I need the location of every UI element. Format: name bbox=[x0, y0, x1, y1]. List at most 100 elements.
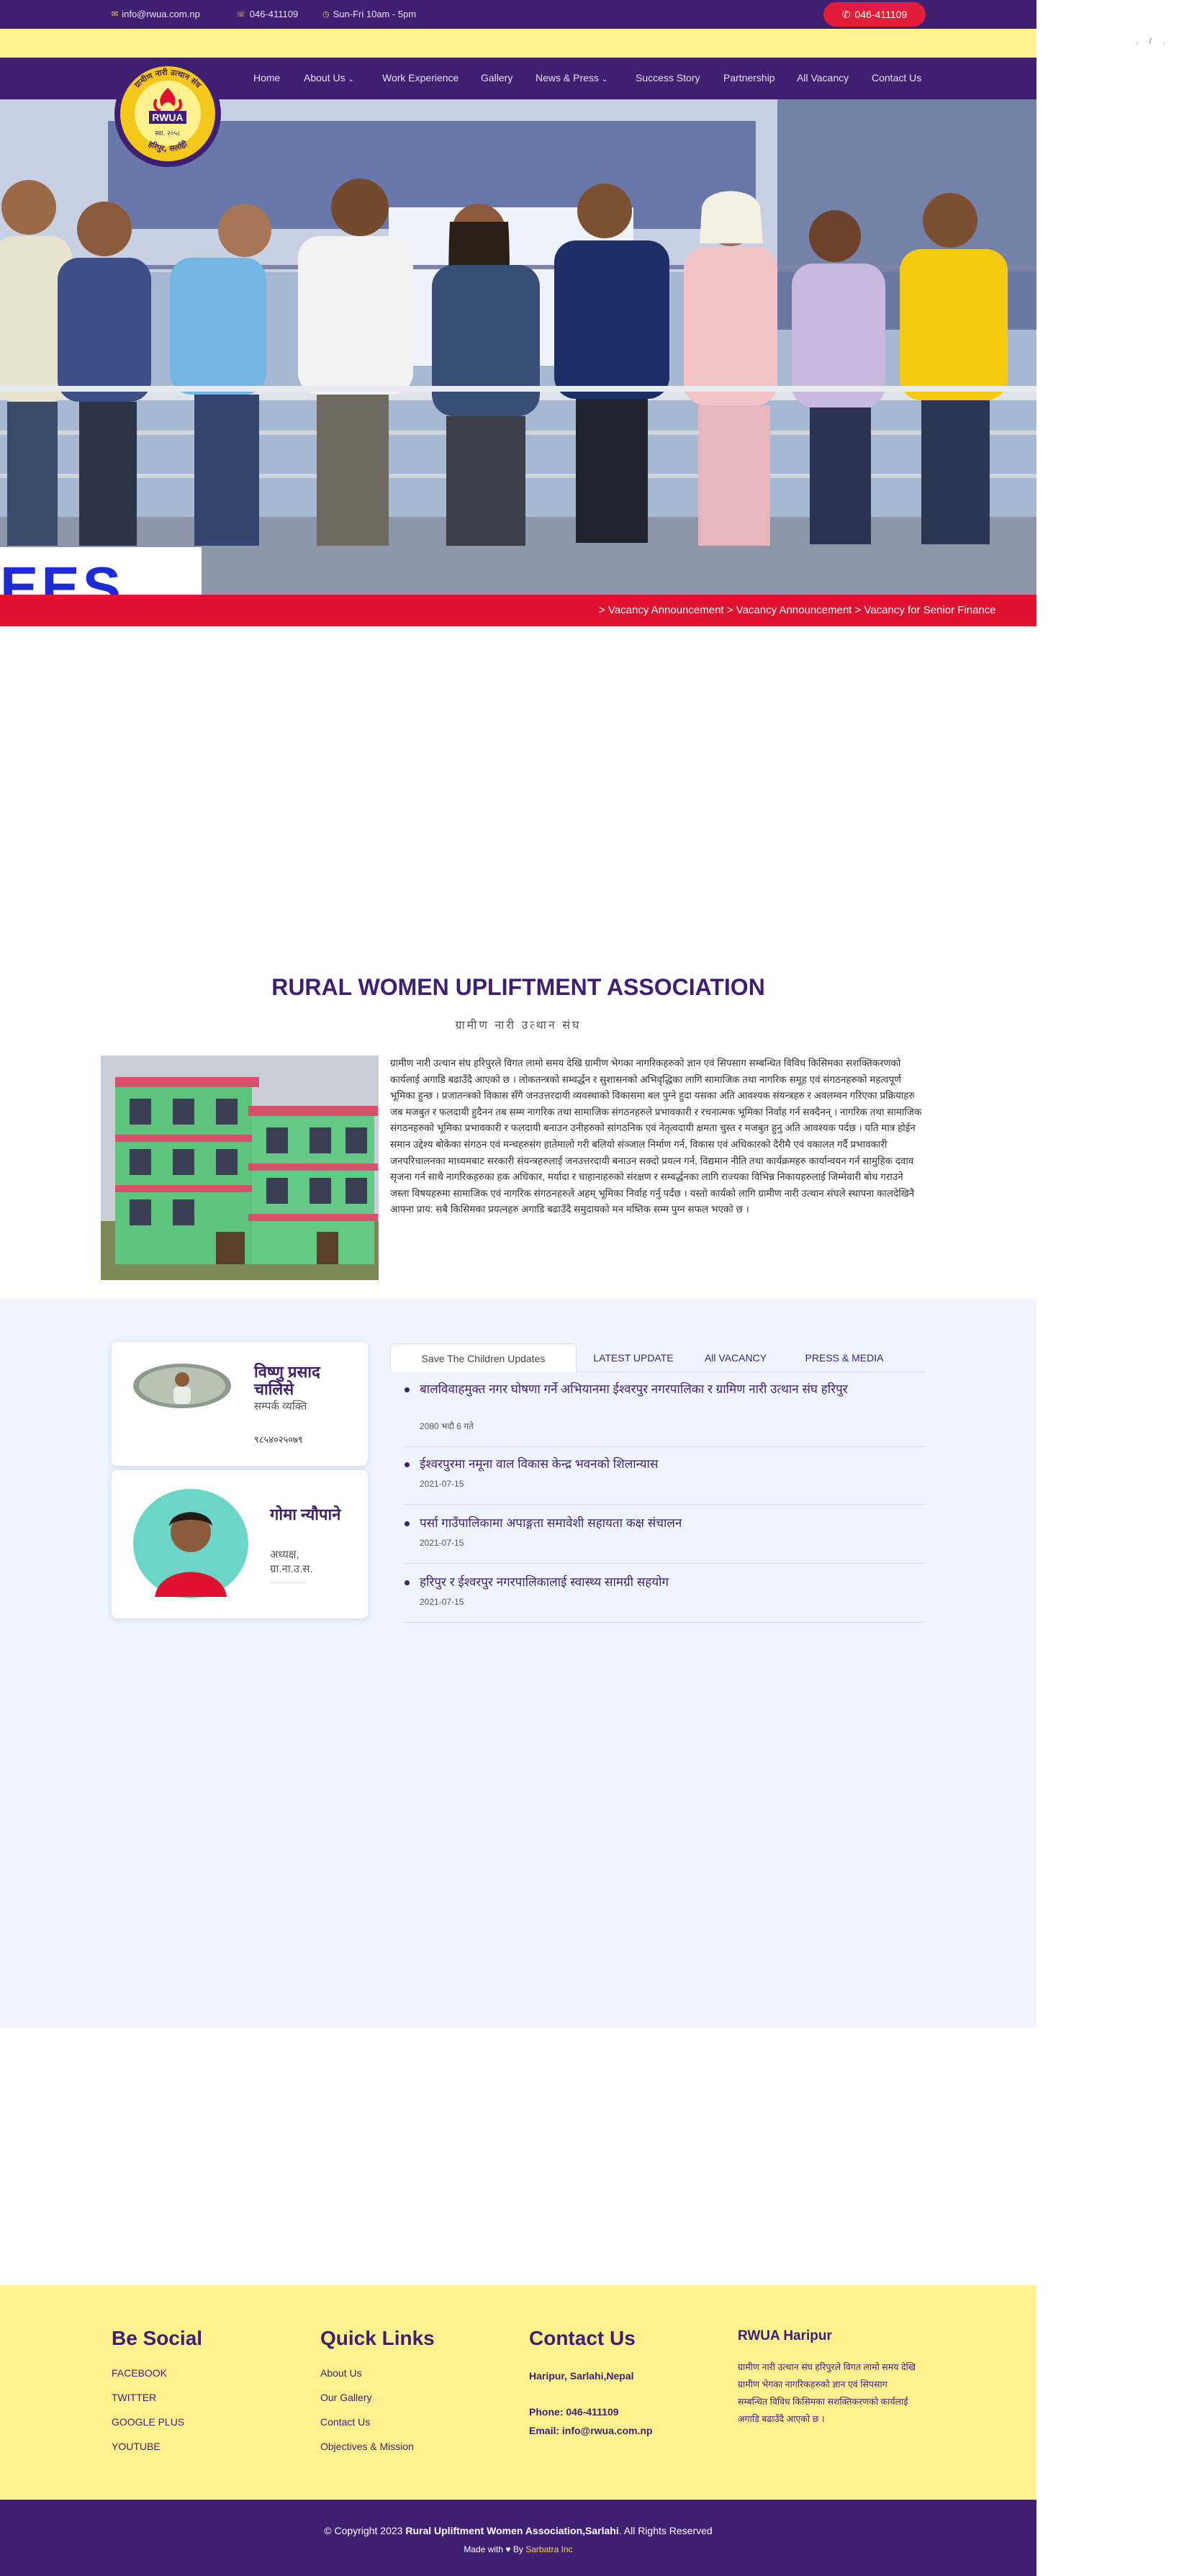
footer-address: Haripur, Sarlahi,Nepal bbox=[529, 2370, 634, 2382]
office-building-photo bbox=[101, 1055, 379, 1280]
chevron-down-icon: ⌄ bbox=[348, 76, 354, 84]
footer-contact-link[interactable]: Contact Us bbox=[320, 2416, 370, 2428]
list-item[interactable]: पर्सा गाउँपालिकामा अपाङ्गता समावेशी सहाय… bbox=[403, 1515, 926, 1564]
copyright-suffix: . All Rights Reserved bbox=[618, 2525, 713, 2536]
chairperson-name: गोमा न्यौपाने bbox=[270, 1505, 341, 1523]
tab-save-the-children[interactable]: Save The Children Updates bbox=[390, 1343, 577, 1372]
updates-tabs: Save The Children Updates LATEST UPDATE … bbox=[390, 1343, 926, 1372]
tab-all-vacancy[interactable]: All VACANCY bbox=[695, 1343, 776, 1372]
contact-person-name: विष्णु प्रसाद चालिसे bbox=[254, 1363, 320, 1398]
news-title[interactable]: बालविवाहमुक्त नगर घोषणा गर्ने अभियानमा ई… bbox=[420, 1381, 909, 1398]
footer-social-heading: Be Social bbox=[112, 2327, 203, 2349]
office-building-image bbox=[101, 1055, 379, 1280]
nav-success-story[interactable]: Success Story bbox=[636, 72, 700, 84]
nav-all-vacancy[interactable]: All Vacancy bbox=[797, 72, 849, 84]
bullet-icon bbox=[405, 1387, 410, 1392]
list-item[interactable]: बालविवाहमुक्त नगर घोषणा गर्ने अभियानमा ई… bbox=[403, 1381, 926, 1447]
hero-caption-text: EES bbox=[0, 555, 125, 595]
news-date: 2021-07-15 bbox=[420, 1538, 464, 1548]
hero-caption-card: EES bbox=[0, 547, 202, 595]
news-date: 2021-07-15 bbox=[420, 1597, 464, 1607]
copyright-bar: © Copyright 2023 Rural Upliftment Women … bbox=[0, 2500, 1036, 2576]
logo-year: स्था. २०५८ bbox=[155, 130, 181, 138]
heart-icon: ♥ bbox=[505, 2544, 511, 2554]
footer-google-plus-link[interactable]: GOOGLE PLUS bbox=[112, 2416, 184, 2428]
news-date: 2080 भदौ 6 गते bbox=[420, 1421, 474, 1431]
divider bbox=[270, 1582, 306, 1583]
nav-news-label: News & Press bbox=[536, 72, 599, 84]
hero-banner bbox=[0, 99, 1036, 595]
nav-about-label: About Us bbox=[304, 72, 345, 84]
logo-emblem: ग्रामीण नारी उत्थान संघ हरिपुर, सर्लाही … bbox=[114, 60, 221, 167]
contact-person-photo bbox=[133, 1364, 231, 1408]
nav-partnership[interactable]: Partnership bbox=[723, 72, 775, 84]
footer-gallery-link[interactable]: Our Gallery bbox=[320, 2392, 372, 2403]
made-with-label: Made with bbox=[464, 2544, 504, 2554]
news-title[interactable]: पर्सा गाउँपालिकामा अपाङ्गता समावेशी सहाय… bbox=[420, 1515, 909, 1532]
bullet-icon bbox=[405, 1580, 410, 1585]
top-phone-text: 046-411109 bbox=[249, 9, 299, 19]
chairperson-role: अध्यक्ष, ग्रा.ना.उ.स. bbox=[270, 1549, 313, 1575]
top-phone[interactable]: ☏ 046-411109 bbox=[236, 9, 298, 19]
chairperson-photo bbox=[133, 1489, 248, 1598]
news-ticker: > Vacancy Announcement > Vacancy Announc… bbox=[0, 595, 1036, 626]
about-title: RURAL WOMEN UPLIFTMENT ASSOCIATION bbox=[271, 974, 765, 1000]
phone-icon: ☏ bbox=[236, 10, 246, 19]
contact-person-phone: ९८५४०२५०७९ bbox=[254, 1434, 303, 1445]
footer-contact-heading: Contact Us bbox=[529, 2327, 636, 2349]
nav-gallery[interactable]: Gallery bbox=[481, 72, 512, 84]
made-by-label: By bbox=[512, 2544, 523, 2554]
footer-about-link[interactable]: About Us bbox=[320, 2367, 362, 2379]
contact-person-card: विष्णु प्रसाद चालिसे सम्पर्क व्यक्ति ९८५… bbox=[112, 1342, 368, 1466]
list-item[interactable]: हरिपुर र ईश्वरपुर नगरपालिकालाई स्वास्थ्य… bbox=[403, 1574, 926, 1623]
footer-links-heading: Quick Links bbox=[320, 2327, 435, 2349]
list-item[interactable]: ईश्वरपुरमा नमूना वाल विकास केन्द्र भवनको… bbox=[403, 1456, 926, 1505]
chairperson-card: गोमा न्यौपाने अध्यक्ष, ग्रा.ना.उ.स. bbox=[112, 1470, 368, 1618]
top-hours-text: Sun-Fri 10am - 5pm bbox=[333, 9, 417, 19]
nav-news-press[interactable]: News & Press ⌄ bbox=[536, 72, 607, 84]
copyright-text: © Copyright 2023 Rural Upliftment Women … bbox=[0, 2525, 1036, 2536]
nav-about[interactable]: About Us ⌄ bbox=[304, 72, 354, 84]
nav-home[interactable]: Home bbox=[253, 72, 280, 84]
footer-youtube-link[interactable]: YOUTUBE bbox=[112, 2441, 161, 2452]
news-title[interactable]: हरिपुर र ईश्वरपुर नगरपालिकालाई स्वास्थ्य… bbox=[420, 1574, 909, 1591]
tab-latest-update[interactable]: LATEST UPDATE bbox=[587, 1343, 679, 1372]
clock-icon: ◷ bbox=[322, 10, 330, 19]
footer-rwua-text: ग्रामीण नारी उत्थान संघ हरिपुरले विगत ला… bbox=[738, 2362, 916, 2424]
footer-objectives-link[interactable]: Objectives & Mission bbox=[320, 2441, 414, 2452]
top-email-text: info@rwua.com.np bbox=[122, 9, 200, 19]
footer-facebook-link[interactable]: FACEBOOK bbox=[112, 2367, 167, 2379]
envelope-icon: ✉ bbox=[112, 10, 119, 19]
footer-twitter-link[interactable]: TWITTER bbox=[112, 2392, 156, 2403]
about-subtitle: ग्रामीण नारी उत्थान संघ bbox=[455, 1019, 582, 1032]
top-hours: ◷ Sun-Fri 10am - 5pm bbox=[322, 9, 416, 19]
top-email[interactable]: ✉ info@rwua.com.np bbox=[112, 9, 200, 19]
tab-press-media[interactable]: PRESS & MEDIA bbox=[790, 1343, 898, 1372]
nav-work-experience[interactable]: Work Experience bbox=[382, 72, 458, 84]
copyright-prefix: © Copyright 2023 bbox=[324, 2525, 403, 2536]
made-with-text: Made with ♥ By Sarbatra Inc bbox=[0, 2544, 1036, 2554]
news-title[interactable]: ईश्वरपुरमा नमूना वाल विकास केन्द्र भवनको… bbox=[420, 1456, 909, 1473]
top-bar: ✉ info@rwua.com.np ☏ 046-411109 ◷ Sun-Fr… bbox=[0, 0, 1036, 29]
news-date: 2021-07-15 bbox=[420, 1479, 464, 1489]
bullet-icon bbox=[405, 1521, 410, 1526]
corner-dots: . / . bbox=[1136, 36, 1170, 46]
footer-phone[interactable]: Phone: 046-411109 bbox=[529, 2406, 619, 2418]
site-logo[interactable]: ग्रामीण नारी उत्थान संघ हरिपुर, सर्लाही … bbox=[110, 59, 225, 168]
copyright-org: Rural Upliftment Women Association,Sarla… bbox=[405, 2525, 619, 2536]
call-button[interactable]: ✆ 046-411109 bbox=[823, 2, 926, 27]
about-description: ग्रामीण नारी उत्थान संघ हरिपुरले विगत ला… bbox=[390, 1058, 922, 1215]
hero-photo bbox=[0, 99, 1036, 595]
bullet-icon bbox=[405, 1462, 410, 1467]
nav-contact[interactable]: Contact Us bbox=[872, 72, 921, 84]
developer-credit-link[interactable]: Sarbatra Inc bbox=[525, 2544, 572, 2554]
call-button-label: 046-411109 bbox=[854, 9, 908, 20]
contact-person-role: सम्पर्क व्यक्ति bbox=[254, 1400, 307, 1413]
announcement-strip bbox=[0, 29, 1036, 58]
footer: Be Social FACEBOOK TWITTER GOOGLE PLUS Y… bbox=[0, 2285, 1036, 2500]
ticker-text[interactable]: > Vacancy Announcement > Vacancy Announc… bbox=[599, 604, 996, 616]
logo-abbr: RWUA bbox=[152, 112, 183, 123]
chevron-down-icon: ⌄ bbox=[601, 76, 608, 84]
footer-email[interactable]: Email: info@rwua.com.np bbox=[529, 2425, 653, 2436]
footer-rwua-heading: RWUA Haripur bbox=[738, 2328, 832, 2343]
